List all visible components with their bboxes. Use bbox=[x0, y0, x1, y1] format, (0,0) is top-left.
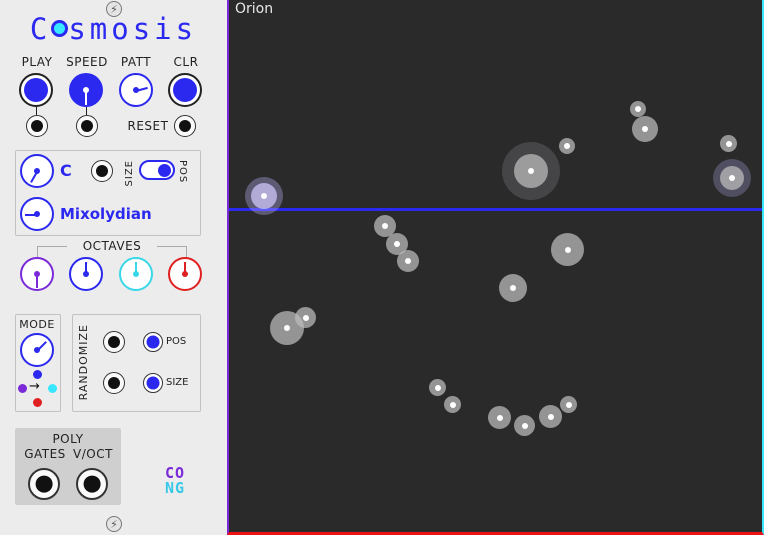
mode-arrow-icon: → bbox=[29, 379, 40, 394]
star[interactable] bbox=[630, 101, 646, 117]
patt-label: PATT bbox=[120, 55, 152, 69]
octave-blue-center bbox=[83, 271, 89, 277]
star[interactable] bbox=[539, 405, 562, 428]
octave-red-center bbox=[182, 271, 188, 277]
speed-cv-jack[interactable] bbox=[76, 115, 98, 137]
play-label: PLAY bbox=[21, 55, 53, 69]
scale-knob-center bbox=[34, 211, 40, 217]
playhead-line bbox=[229, 208, 762, 211]
octave-knob-blue[interactable] bbox=[69, 257, 103, 291]
mode-led-red bbox=[33, 398, 42, 407]
scale-mode-knob[interactable] bbox=[20, 197, 54, 231]
star[interactable] bbox=[488, 406, 511, 429]
octave-cyan-center bbox=[133, 271, 139, 277]
octave-purple-center bbox=[34, 271, 40, 277]
star[interactable] bbox=[499, 274, 527, 302]
star[interactable] bbox=[444, 396, 461, 413]
octaves-label: OCTAVES bbox=[67, 239, 157, 253]
star[interactable] bbox=[514, 415, 535, 436]
star[interactable] bbox=[559, 138, 575, 154]
clear-button[interactable] bbox=[168, 73, 202, 107]
screw-bottom-icon: ⚡ bbox=[106, 516, 122, 532]
star[interactable] bbox=[251, 183, 277, 209]
speed-knob-center bbox=[83, 87, 89, 93]
randomize-size-jack[interactable] bbox=[103, 372, 125, 394]
root-knob-center bbox=[34, 168, 40, 174]
root-cv-jack[interactable] bbox=[91, 160, 113, 182]
randomize-pos-jack[interactable] bbox=[103, 331, 125, 353]
mode-led-blue bbox=[33, 370, 42, 379]
mode-led-cyan bbox=[48, 384, 57, 393]
star[interactable] bbox=[632, 116, 658, 142]
star[interactable] bbox=[514, 154, 548, 188]
gates-label: GATES bbox=[24, 447, 66, 461]
mode-label: MODE bbox=[19, 318, 55, 331]
star[interactable] bbox=[720, 135, 737, 152]
star[interactable] bbox=[551, 233, 584, 266]
play-connector bbox=[36, 107, 37, 115]
toggle-thumb bbox=[158, 164, 171, 177]
octave-knob-purple[interactable] bbox=[20, 257, 54, 291]
reset-jack[interactable] bbox=[174, 115, 196, 137]
root-note-knob[interactable] bbox=[20, 154, 54, 188]
root-note-value: C bbox=[60, 161, 72, 180]
star[interactable] bbox=[560, 396, 577, 413]
size-pos-toggle[interactable] bbox=[139, 160, 175, 180]
randomize-section bbox=[72, 314, 201, 412]
gates-output-jack[interactable] bbox=[28, 468, 60, 500]
star[interactable] bbox=[397, 250, 419, 272]
randomize-size-button[interactable] bbox=[143, 373, 163, 393]
toggle-size-label: SIZE bbox=[124, 160, 135, 187]
randomize-size-label: SIZE bbox=[166, 377, 189, 388]
randomize-pos-button[interactable] bbox=[143, 332, 163, 352]
reset-label: RESET bbox=[127, 119, 169, 133]
clr-label: CLR bbox=[173, 55, 199, 69]
star[interactable] bbox=[295, 307, 316, 328]
brand-logo-bottom: NG bbox=[165, 479, 186, 497]
star[interactable] bbox=[429, 379, 446, 396]
module-title: Csmosis bbox=[0, 12, 227, 46]
voct-output-jack[interactable] bbox=[76, 468, 108, 500]
voct-label: V/OCT bbox=[73, 447, 113, 461]
play-button[interactable] bbox=[19, 73, 53, 107]
voice-mode-knob[interactable] bbox=[20, 333, 54, 367]
randomize-pos-label: POS bbox=[166, 336, 187, 347]
speed-connector bbox=[86, 107, 87, 115]
title-o-icon bbox=[51, 20, 69, 37]
module-panel: ⚡ ⚡ Csmosis PLAY SPEED PATT CLR RESET C … bbox=[0, 0, 228, 535]
randomize-label: RANDOMIZE bbox=[77, 324, 90, 401]
octave-knob-cyan[interactable] bbox=[119, 257, 153, 291]
brand-logo: CO NG bbox=[165, 466, 203, 496]
voice-mode-center bbox=[34, 347, 40, 353]
speed-label: SPEED bbox=[66, 55, 108, 69]
mode-led-purple bbox=[18, 384, 27, 393]
speed-knob-indicator bbox=[85, 91, 87, 105]
poly-label: POLY bbox=[52, 432, 84, 446]
star[interactable] bbox=[720, 166, 744, 190]
toggle-pos-label: POS bbox=[177, 160, 188, 184]
constellation-display[interactable]: Orion bbox=[227, 0, 764, 535]
speed-knob[interactable] bbox=[69, 73, 103, 107]
scale-mode-value: Mixolydian bbox=[60, 205, 152, 223]
constellation-name: Orion bbox=[235, 1, 274, 17]
title-prefix: C bbox=[29, 12, 52, 46]
play-cv-jack[interactable] bbox=[26, 115, 48, 137]
title-suffix: smosis bbox=[68, 12, 198, 46]
pattern-knob-center bbox=[133, 87, 139, 93]
octave-knob-red[interactable] bbox=[168, 257, 202, 291]
pattern-knob[interactable] bbox=[119, 73, 153, 107]
